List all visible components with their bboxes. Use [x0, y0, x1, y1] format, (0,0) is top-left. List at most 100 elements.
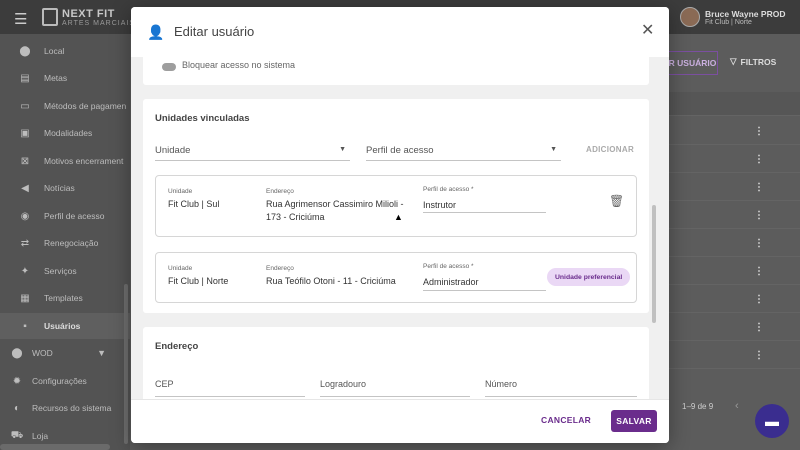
cep-field[interactable]: CEP [155, 375, 305, 397]
dialog-scrollbar-thumb[interactable] [652, 205, 656, 323]
sidebar-item-label: Local [44, 46, 65, 56]
dialog-title: Editar usuário [174, 24, 255, 39]
edit-user-dialog: 👤 Editar usuário ✕ Bloquear acesso no si… [131, 7, 669, 443]
filter-icon: ▽ [730, 56, 737, 66]
sidebar-item-renegotiation[interactable]: ⇄ Renegociação [0, 230, 130, 256]
sidebar-item-users[interactable]: ▪ Usuários [0, 313, 130, 339]
sidebar-item-label: Templates [44, 293, 83, 303]
dialog-body[interactable]: Bloquear acesso no sistema Unidades vinc… [131, 57, 669, 399]
profile-value: Administrador [423, 277, 479, 287]
avatar[interactable] [680, 7, 700, 27]
swap-icon: ⇄ [20, 237, 30, 249]
sidebar-item-templates[interactable]: ▦ Templates [0, 285, 130, 311]
trash-icon[interactable]: 🗑 [609, 194, 624, 208]
dialog-scrollbar[interactable] [652, 105, 657, 387]
close-box-icon: ⊠ [20, 155, 30, 167]
table-row[interactable]: ⋮ [668, 286, 800, 313]
unit-profile-field[interactable]: Administrador [423, 273, 546, 291]
dialog-header: 👤 Editar usuário ✕ [131, 7, 669, 57]
preferred-unit-badge: Unidade preferencial [547, 268, 631, 286]
table-row[interactable]: ⋮ [668, 202, 800, 229]
sidebar-item-label: Metas [44, 73, 68, 83]
brand-name: NEXT FIT [62, 8, 115, 20]
wrench-icon: ✦ [20, 265, 30, 277]
eye-icon: ◉ [20, 210, 30, 222]
chevron-left-icon[interactable]: ‹ [735, 400, 739, 412]
more-options-icon[interactable]: ⋮ [754, 182, 764, 193]
table-row[interactable]: ⋮ [668, 118, 800, 145]
address-caption: Endereço [266, 265, 294, 272]
more-options-icon[interactable]: ⋮ [754, 238, 764, 249]
profile-caption: Perfil de acesso * [423, 186, 474, 193]
more-options-icon[interactable]: ⋮ [754, 210, 764, 221]
sidebar-item-services[interactable]: ✦ Serviços [0, 258, 130, 284]
sidebar-item-label: Modalidades [44, 128, 93, 138]
unit-caption: Unidade [168, 265, 193, 272]
hamburger-menu-icon[interactable]: ☰ [14, 10, 27, 28]
unit-select[interactable]: Unidade ▼ [155, 141, 350, 161]
chat-button[interactable]: ▬ [755, 404, 789, 438]
sidebar-item-system-resources[interactable]: ◐ Recursos do sistema [0, 395, 130, 421]
sidebar-item-label: Métodos de pagamen [44, 101, 127, 111]
unit-select-label: Unidade [155, 145, 191, 156]
brand-logo-icon [42, 8, 58, 26]
sidebar-item-local[interactable]: ⬤ Local [0, 38, 130, 64]
more-options-icon[interactable]: ⋮ [754, 266, 764, 277]
user-icon: ▪ [23, 320, 27, 332]
number-field[interactable]: Número [485, 375, 637, 397]
linked-unit-item: Unidade Fit Club | Norte Endereço Rua Te… [155, 252, 637, 303]
sidebar-item-label: Motivos encerrament [44, 156, 124, 166]
linked-unit-item: Unidade Fit Club | Sul Endereço Rua Agri… [155, 175, 637, 237]
table-row[interactable]: ⋮ [668, 146, 800, 173]
chat-icon: ▬ [765, 413, 779, 429]
sidebar-item-closing-reasons[interactable]: ⊠ Motivos encerrament [0, 148, 130, 174]
street-field[interactable]: Logradouro [320, 375, 470, 397]
dropdown-arrow-icon: ▼ [550, 146, 557, 153]
pin-icon: ⬤ [19, 45, 31, 57]
brand-subtitle: ARTES MARCIAIS [62, 20, 135, 27]
new-user-button[interactable]: R USUÁRIO [668, 51, 718, 75]
table-header [668, 92, 800, 116]
megaphone-icon: ◀ [21, 182, 29, 194]
profile-select[interactable]: Perfil de acesso ▼ [366, 141, 561, 161]
table-row[interactable]: ⋮ [668, 230, 800, 257]
sidebar-item-label: Loja [32, 431, 49, 441]
cancel-button[interactable]: CANCELAR [541, 415, 591, 425]
sidebar-horizontal-scrollbar[interactable] [0, 444, 110, 450]
sidebar-item-news[interactable]: ◀ Notícias [0, 175, 130, 201]
filters-label: FILTROS [740, 56, 777, 67]
close-icon[interactable]: ✕ [641, 20, 654, 40]
add-unit-button[interactable]: ADICIONAR [586, 145, 634, 154]
table-row[interactable]: ⋮ [668, 342, 800, 369]
more-options-icon[interactable]: ⋮ [754, 350, 764, 361]
sidebar-item-modalities[interactable]: ▣ Modalidades [0, 120, 130, 146]
save-button[interactable]: SALVAR [611, 410, 657, 432]
sidebar-item-label: Recursos do sistema [32, 403, 112, 413]
block-access-toggle[interactable] [162, 63, 176, 71]
sidebar-item-label: Perfil de acesso [44, 211, 105, 221]
profile-value: Instrutor [423, 200, 457, 210]
street-label: Logradouro [320, 379, 367, 389]
table-row[interactable]: ⋮ [668, 314, 800, 341]
sidebar-item-label: WOD [32, 348, 53, 358]
more-options-icon[interactable]: ⋮ [754, 322, 764, 333]
more-options-icon[interactable]: ⋮ [754, 154, 764, 165]
table-row[interactable]: ⋮ [668, 258, 800, 285]
sidebar-item-wod[interactable]: ⬤ WOD ▼ [0, 340, 130, 366]
sidebar-item-metas[interactable]: ▤ Metas [0, 65, 130, 91]
unit-profile-field[interactable]: Instrutor [423, 196, 546, 213]
user-name: Bruce Wayne PROD [705, 9, 786, 19]
sidebar-item-access-profile[interactable]: ◉ Perfil de acesso [0, 203, 130, 229]
sidebar-item-payment-methods[interactable]: ▭ Métodos de pagamen [0, 93, 130, 119]
more-options-icon[interactable]: ⋮ [754, 294, 764, 305]
filters-button[interactable]: ▽ FILTROS [730, 56, 776, 67]
chart-icon: ▤ [20, 72, 30, 84]
sidebar-item-settings[interactable]: ✹ Configurações [0, 368, 130, 394]
dumbbell-icon: ⬤ [11, 347, 23, 359]
table-row[interactable]: ⋮ [668, 174, 800, 201]
sidebar-item-label: Renegociação [44, 238, 99, 248]
block-access-card: Bloquear acesso no sistema [143, 57, 649, 85]
more-options-icon[interactable]: ⋮ [754, 126, 764, 137]
address-value: Rua Teófilo Otoni - 11 - Criciúma [266, 276, 396, 286]
sidebar-scrollbar[interactable] [124, 284, 128, 444]
